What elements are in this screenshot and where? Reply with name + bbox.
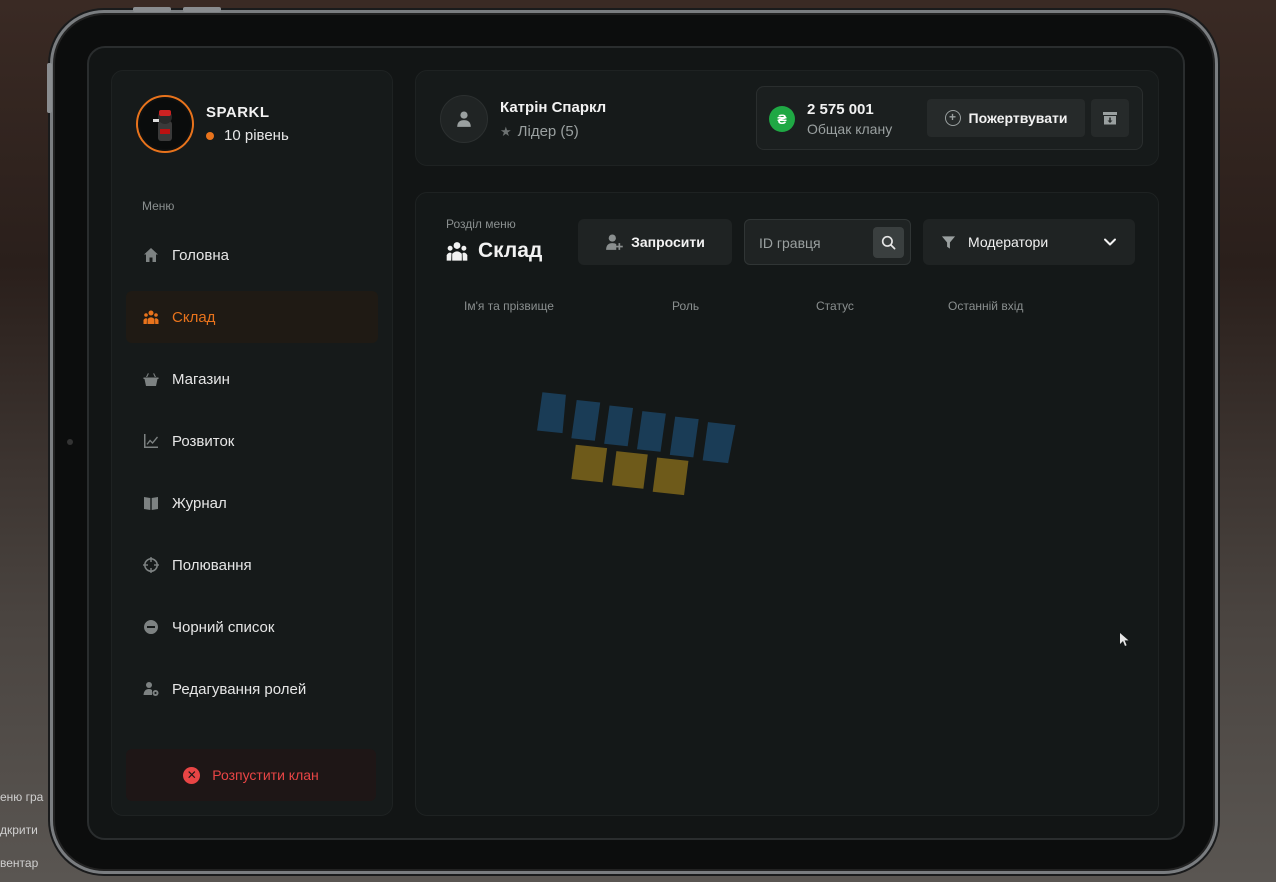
sidebar-item-label: Чорний список <box>172 618 275 636</box>
archive-icon <box>1103 112 1117 125</box>
sidebar-menu: Головна Склад Магазин Розвиток Журнал По… <box>126 229 378 725</box>
dissolve-clan-label: Розпустити клан <box>212 767 319 783</box>
chevron-down-icon <box>1104 238 1116 246</box>
filter-icon <box>941 235 956 249</box>
page-title-text: Склад <box>478 239 543 262</box>
sidebar-item-journal[interactable]: Журнал <box>126 477 378 529</box>
column-header-name: Ім'я та прізвище <box>464 299 554 313</box>
role-filter-value: Модератори <box>968 234 1049 250</box>
menu-label: Меню <box>142 199 175 213</box>
donate-label: Пожертвувати <box>968 110 1068 126</box>
sidebar-item-blacklist[interactable]: Чорний список <box>126 601 378 653</box>
donate-button[interactable]: + Пожертвувати <box>927 99 1085 137</box>
people-icon <box>142 308 160 326</box>
treasury-label: Общак клану <box>807 121 893 137</box>
clan-level: 10 рівень <box>206 127 289 144</box>
crosshair-icon <box>142 556 160 574</box>
clan-profile: SPARKL 10 рівень <box>136 95 289 153</box>
tablet-frame: SPARKL 10 рівень Меню Головна Склад Мага… <box>47 7 1218 874</box>
sidebar-item-hunting[interactable]: Полювання <box>126 539 378 591</box>
dissolve-clan-button[interactable]: ✕ Розпустити клан <box>126 749 376 801</box>
player-search <box>744 219 911 265</box>
invite-label: Запросити <box>631 234 705 250</box>
tablet-top-button-2 <box>183 7 221 12</box>
clan-treasury: ₴ 2 575 001 Общак клану + Пожертвувати <box>756 86 1143 150</box>
user-avatar <box>440 95 488 143</box>
user-icon <box>457 111 471 127</box>
chart-icon <box>142 432 160 450</box>
column-header-status: Статус <box>816 299 854 313</box>
clan-name: SPARKL <box>206 104 270 121</box>
background-text-3: вентар <box>0 856 39 870</box>
sidebar-item-shop[interactable]: Магазин <box>126 353 378 405</box>
tablet-camera <box>67 439 73 445</box>
background-text-2: дкрити <box>0 823 38 837</box>
user-gear-icon <box>142 680 160 698</box>
clan-avatar <box>136 95 194 153</box>
user-role: ★ Лідер (5) <box>500 123 579 140</box>
tablet-screen: SPARKL 10 рівень Меню Головна Склад Мага… <box>87 46 1185 840</box>
sidebar-item-label: Головна <box>172 246 229 264</box>
treasury-amount: 2 575 001 <box>807 101 874 118</box>
role-filter-select[interactable]: Модератори <box>923 219 1135 265</box>
sidebar-item-label: Редагування ролей <box>172 680 307 698</box>
minus-circle-icon <box>142 618 160 636</box>
sidebar-item-label: Розвиток <box>172 432 235 450</box>
tablet-side-button <box>47 63 52 113</box>
sidebar-item-label: Магазин <box>172 370 230 388</box>
content-panel: Розділ меню Склад Запросити Модератори <box>415 192 1159 816</box>
user-role-text: Лідер (5) <box>517 123 579 140</box>
hryvnia-icon: ₴ <box>769 106 795 132</box>
section-label: Розділ меню <box>446 217 516 231</box>
plus-circle-icon: + <box>944 110 961 126</box>
column-header-role: Роль <box>672 299 700 313</box>
column-header-last-login: Останній вхід <box>948 299 1024 313</box>
level-dot <box>206 131 214 140</box>
search-button[interactable] <box>873 227 904 258</box>
sidebar-item-label: Полювання <box>172 556 252 574</box>
archive-button[interactable] <box>1091 99 1129 137</box>
clan-level-text: 10 рівень <box>224 127 289 144</box>
sidebar: SPARKL 10 рівень Меню Головна Склад Мага… <box>111 70 393 816</box>
people-icon <box>446 242 468 261</box>
basket-icon <box>142 370 160 388</box>
background-text-1: еню гра <box>0 790 44 804</box>
table-header: Ім'я та прізвище Роль Статус Останній вх… <box>416 299 1158 319</box>
user-name: Катрін Спаркл <box>500 99 607 116</box>
user-plus-icon <box>606 234 623 250</box>
home-icon <box>142 246 160 264</box>
tablet-top-button <box>133 7 171 12</box>
header-panel: Катрін Спаркл ★ Лідер (5) ₴ 2 575 001 Об… <box>415 70 1159 166</box>
sidebar-item-home[interactable]: Головна <box>126 229 378 281</box>
close-circle-icon: ✕ <box>183 766 201 784</box>
sidebar-item-storage[interactable]: Склад <box>126 291 378 343</box>
invite-button[interactable]: Запросити <box>578 219 732 265</box>
search-icon <box>881 235 896 250</box>
book-icon <box>142 494 160 512</box>
sidebar-item-label: Журнал <box>172 494 227 512</box>
sidebar-item-edit-roles[interactable]: Редагування ролей <box>126 663 378 715</box>
sidebar-item-development[interactable]: Розвиток <box>126 415 378 467</box>
star-icon: ★ <box>500 123 512 139</box>
search-input[interactable] <box>759 232 869 254</box>
page-title: Склад <box>446 239 542 263</box>
sidebar-item-label: Склад <box>172 308 216 326</box>
server-logo-watermark <box>537 392 736 496</box>
mouse-cursor-icon <box>1120 633 1129 646</box>
